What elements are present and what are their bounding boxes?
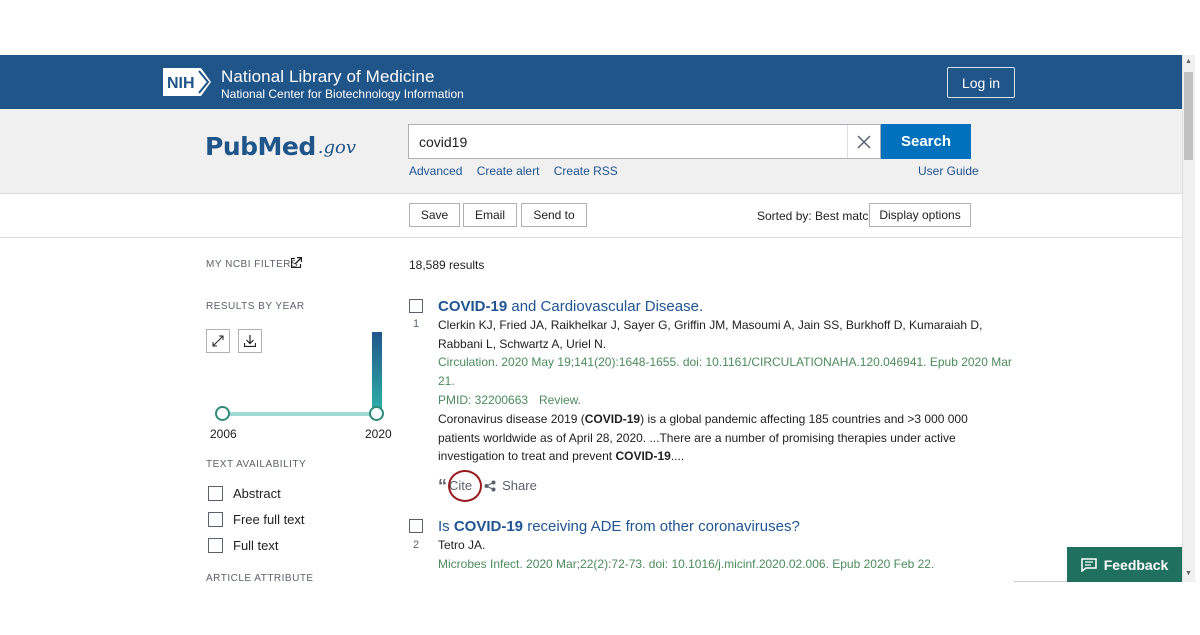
quote-icon[interactable]: “ (438, 477, 447, 495)
email-button[interactable]: Email (463, 203, 517, 227)
filter-label: Free full text (233, 512, 305, 527)
external-link-icon[interactable] (291, 257, 302, 268)
nih-logo-icon[interactable]: NIH (163, 68, 211, 96)
year-slider-start-handle[interactable] (215, 406, 230, 421)
expand-chart-button[interactable] (206, 329, 230, 353)
pubmed-logo-text: PubMed (205, 132, 316, 161)
send-to-button[interactable]: Send to (521, 203, 587, 227)
nih-org-title[interactable]: National Library of Medicine (221, 67, 435, 87)
result-1-checkbox[interactable] (409, 299, 423, 313)
result-1-title[interactable]: COVID-19 and Cardiovascular Disease. (438, 298, 703, 315)
filter-free-full-text[interactable]: Free full text (208, 512, 305, 527)
share-icon[interactable] (484, 480, 496, 492)
display-options-button[interactable]: Display options (869, 203, 971, 227)
results-by-year-label: RESULTS BY YEAR (206, 301, 305, 312)
my-ncbi-filters-label[interactable]: MY NCBI FILTERS (206, 259, 298, 270)
result-2-checkbox[interactable] (409, 519, 423, 533)
year-end-label: 2020 (365, 427, 392, 441)
result-1-snippet-line-2: patients worldwide as of April 28, 2020.… (438, 431, 956, 445)
toolbar-divider (0, 237, 1182, 238)
snippet-highlight: COVID-19 (615, 449, 671, 463)
nih-org-subtitle[interactable]: National Center for Biotechnology Inform… (221, 87, 464, 101)
browser-top-blank (0, 0, 1200, 55)
login-button[interactable]: Log in (947, 67, 1015, 98)
create-alert-link[interactable]: Create alert (477, 164, 540, 178)
year-start-label: 2006 (210, 427, 237, 441)
download-icon (244, 335, 256, 347)
clear-search-button[interactable] (847, 125, 880, 158)
result-1-citation: Circulation. 2020 May 19;141(20):1648-16… (438, 355, 1012, 369)
filter-abstract-checkbox[interactable] (208, 486, 223, 501)
result-1-title-highlight: COVID-19 (438, 298, 508, 315)
result-1-snippet-line-3: investigation to treat and prevent COVID… (438, 447, 684, 466)
share-button[interactable]: Share (502, 478, 537, 493)
scroll-up-arrow-icon[interactable]: ▲ (1185, 58, 1192, 65)
filter-label: Full text (233, 538, 279, 553)
close-icon (857, 134, 871, 149)
filter-full-text[interactable]: Full text (208, 538, 279, 553)
result-1-citation-cont: 21. (438, 374, 455, 388)
filter-label: Abstract (233, 486, 281, 501)
result-1-authors-cont: Rabbani L, Schwartz A, Uriel N. (438, 337, 607, 351)
snippet-text: .... (670, 449, 685, 463)
save-button[interactable]: Save (409, 203, 460, 227)
scrollbar-thumb[interactable] (1184, 72, 1193, 160)
expand-icon (212, 335, 224, 347)
result-2-title-text: Is (438, 518, 454, 535)
download-chart-button[interactable] (238, 329, 262, 353)
result-1-number: 1 (413, 318, 420, 330)
cite-highlight-circle (448, 470, 482, 502)
pubmed-logo-suffix: .gov (317, 137, 356, 158)
year-histogram-bar[interactable] (372, 332, 382, 415)
snippet-highlight: COVID-19 (584, 412, 641, 426)
feedback-button[interactable]: Feedback (1067, 547, 1182, 582)
result-1-pmid: PMID: 32200663 (438, 393, 529, 407)
text-availability-label: TEXT AVAILABILITY (206, 459, 307, 470)
result-2-number: 2 (413, 539, 420, 551)
filter-abstract[interactable]: Abstract (208, 486, 281, 501)
result-2-title-text: receiving ADE from other coronaviruses? (523, 518, 800, 535)
advanced-search-link[interactable]: Advanced (409, 164, 462, 178)
result-2-citation: Microbes Infect. 2020 Mar;22(2):72-73. d… (438, 557, 935, 571)
result-1-type: Review. (539, 393, 582, 407)
filter-full-text-checkbox[interactable] (208, 538, 223, 553)
sort-label[interactable]: Sorted by: Best match (757, 209, 875, 223)
scroll-down-arrow-icon[interactable]: ▼ (1185, 570, 1192, 577)
svg-text:NIH: NIH (167, 75, 195, 92)
year-slider-track[interactable] (222, 412, 376, 416)
snippet-text: ) is a global pandemic affecting 185 cou… (640, 412, 968, 426)
result-1-snippet-line-1: Coronavirus disease 2019 (COVID-19) is a… (438, 410, 968, 429)
snippet-text: Coronavirus disease 2019 ( (438, 412, 585, 426)
search-input[interactable] (408, 124, 881, 159)
feedback-label: Feedback (1103, 556, 1169, 573)
create-rss-link[interactable]: Create RSS (554, 164, 618, 178)
search-button[interactable]: Search (881, 124, 971, 159)
result-2-authors: Tetro JA. (438, 538, 486, 552)
filter-free-full-text-checkbox[interactable] (208, 512, 223, 527)
year-slider-end-handle[interactable] (369, 406, 384, 421)
user-guide-link[interactable]: User Guide (918, 164, 979, 178)
result-2-title-highlight: COVID-19 (453, 518, 524, 535)
search-links: Advanced Create alert Create RSS (409, 164, 629, 178)
pubmed-logo[interactable]: PubMed .gov (205, 121, 356, 161)
result-2-title[interactable]: Is COVID-19 receiving ADE from other cor… (438, 518, 800, 535)
snippet-text: investigation to treat and prevent (438, 449, 616, 463)
chat-icon (1080, 557, 1097, 572)
viewport-bottom-blank (0, 582, 1014, 635)
results-count: 18,589 results (409, 258, 485, 272)
result-1-authors: Clerkin KJ, Fried JA, Raikhelkar J, Saye… (438, 318, 983, 332)
result-1-title-text: and Cardiovascular Disease. (507, 298, 704, 315)
